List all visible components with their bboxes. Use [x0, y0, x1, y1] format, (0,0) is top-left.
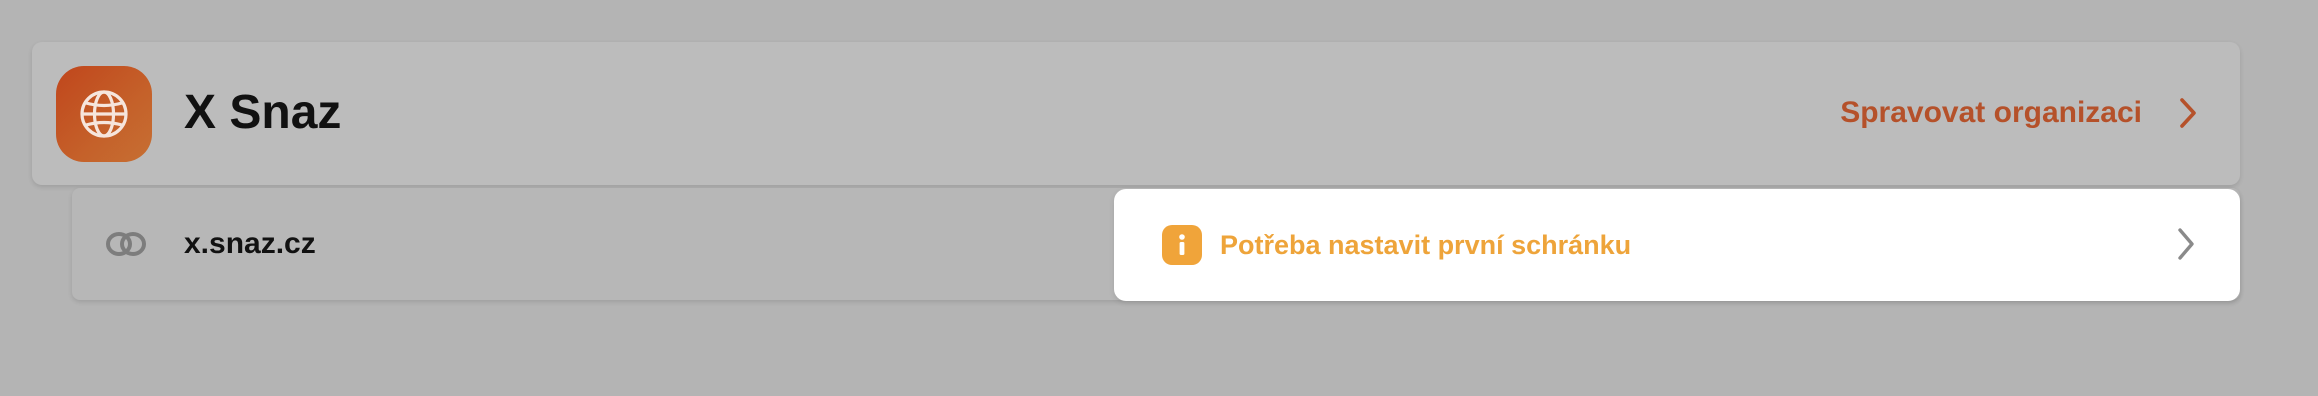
organization-name: X Snaz: [184, 86, 342, 139]
chevron-right-icon: [2178, 97, 2198, 129]
manage-organization-label: Spravovat organizaci: [1840, 96, 2142, 129]
link-icon: [106, 232, 146, 256]
organization-card: X Snaz Spravovat organizaci: [32, 42, 2240, 185]
info-icon: [1162, 225, 1202, 265]
manage-organization-link[interactable]: Spravovat organizaci: [1840, 90, 2198, 136]
domain-name: x.snaz.cz: [184, 227, 316, 260]
setup-mailbox-alert[interactable]: Potřeba nastavit první schránku: [1114, 189, 2240, 301]
setup-alert-message: Potřeba nastavit první schránku: [1220, 230, 1632, 260]
globe-icon: [80, 90, 128, 138]
organization-logo: [56, 66, 152, 162]
chevron-right-icon: [2176, 227, 2196, 261]
